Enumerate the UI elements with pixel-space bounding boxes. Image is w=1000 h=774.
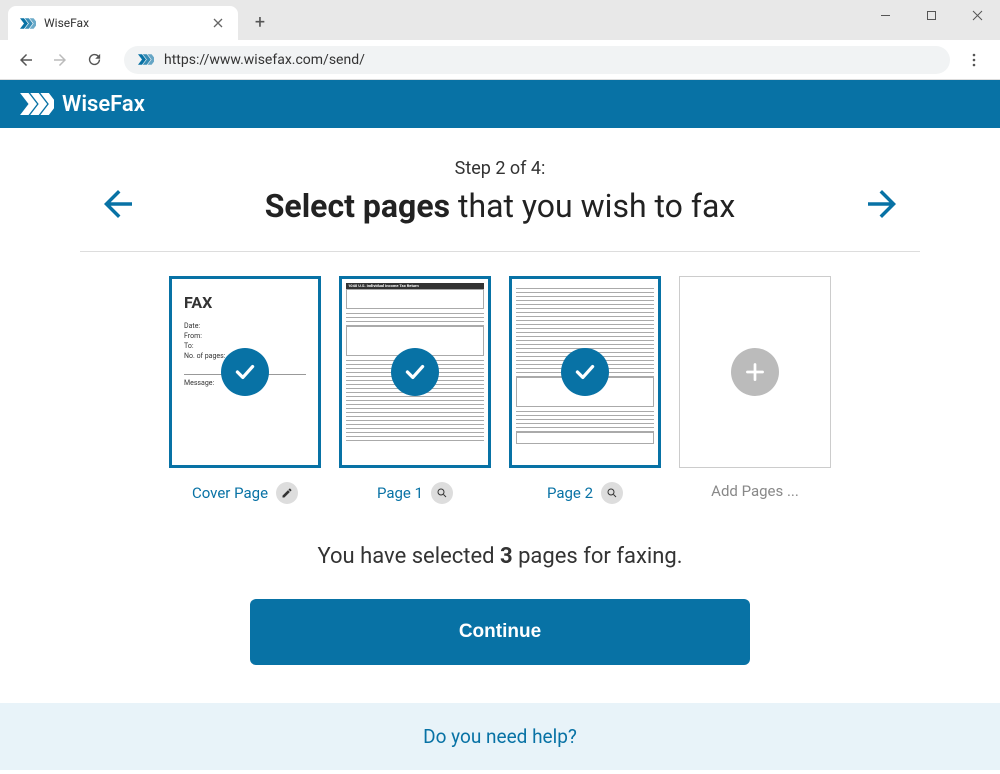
step-indicator: Step 2 of 4: — [0, 158, 1000, 179]
thumbnail-page-1[interactable]: 1040 U.S. Individual Income Tax Return — [339, 276, 491, 468]
page-label-2: Page 2 — [547, 482, 623, 504]
pencil-icon — [281, 487, 293, 499]
page-item-cover: FAX Date: From: To: No. of pages: Messag… — [169, 276, 321, 504]
brand-name: WiseFax — [62, 92, 145, 117]
maximize-button[interactable] — [908, 0, 954, 30]
page-label-1: Page 1 — [377, 482, 453, 504]
page-title: Select pages that you wish to fax — [265, 187, 736, 225]
reload-button[interactable] — [80, 46, 108, 74]
page-item-2: Page 2 — [509, 276, 661, 504]
page-2-text[interactable]: Page 2 — [547, 484, 593, 502]
page-title-rest: that you wish to fax — [450, 187, 735, 225]
browser-tab[interactable]: WiseFax — [8, 6, 238, 40]
help-link[interactable]: Do you need help? — [0, 703, 1000, 770]
forward-button[interactable] — [46, 46, 74, 74]
magnifier-icon — [606, 487, 618, 499]
thumbnail-add-pages[interactable] — [679, 276, 831, 468]
window-controls — [862, 0, 1000, 30]
browser-menu-button[interactable] — [960, 46, 988, 74]
wisefax-logo[interactable]: WiseFax — [20, 92, 145, 117]
titlebar: WiseFax + — [0, 0, 1000, 40]
page-item-1: 1040 U.S. Individual Income Tax Return — [339, 276, 491, 504]
continue-button[interactable]: Continue — [250, 599, 750, 665]
divider — [80, 251, 920, 252]
wisefax-favicon — [20, 15, 36, 31]
thumbnail-cover[interactable]: FAX Date: From: To: No. of pages: Messag… — [169, 276, 321, 468]
edit-cover-button[interactable] — [276, 482, 298, 504]
page-item-add: Add Pages ... — [679, 276, 831, 504]
address-bar[interactable]: https://www.wisefax.com/send/ — [124, 46, 950, 74]
previous-step-button[interactable] — [91, 177, 145, 235]
plus-icon — [742, 359, 768, 385]
zoom-page-1-button[interactable] — [431, 482, 453, 504]
close-window-button[interactable] — [954, 0, 1000, 30]
tab-close-button[interactable] — [210, 15, 226, 31]
selected-check-icon — [561, 348, 609, 396]
minimize-button[interactable] — [862, 0, 908, 30]
page-1-text[interactable]: Page 1 — [377, 484, 423, 502]
wisefax-logo-icon — [20, 93, 54, 115]
page-thumbnails: FAX Date: From: To: No. of pages: Messag… — [0, 276, 1000, 504]
page-label-cover: Cover Page — [192, 482, 298, 504]
title-row: Select pages that you wish to fax — [75, 187, 925, 225]
selected-check-icon — [391, 348, 439, 396]
app-header: WiseFax — [0, 80, 1000, 128]
page-viewport: WiseFax Step 2 of 4: Select pages that y… — [0, 80, 1000, 774]
cover-page-text[interactable]: Cover Page — [192, 484, 268, 502]
add-pages-icon — [731, 348, 779, 396]
address-favicon — [138, 54, 154, 65]
browser-chrome: WiseFax + — [0, 0, 1000, 80]
zoom-page-2-button[interactable] — [601, 482, 623, 504]
back-button[interactable] — [12, 46, 40, 74]
main-content: Step 2 of 4: Select pages that you wish … — [0, 128, 1000, 770]
magnifier-icon — [436, 487, 448, 499]
page-title-strong: Select pages — [265, 187, 450, 225]
selected-check-icon — [221, 348, 269, 396]
next-step-button[interactable] — [855, 177, 909, 235]
thumbnail-page-2[interactable] — [509, 276, 661, 468]
add-pages-label[interactable]: Add Pages ... — [711, 482, 799, 500]
cover-title: FAX — [184, 293, 306, 312]
tab-title: WiseFax — [44, 16, 210, 30]
selection-summary: You have selected 3 pages for faxing. — [0, 544, 1000, 569]
browser-toolbar: https://www.wisefax.com/send/ — [0, 40, 1000, 80]
new-tab-button[interactable]: + — [248, 10, 272, 34]
url-text: https://www.wisefax.com/send/ — [164, 52, 365, 68]
